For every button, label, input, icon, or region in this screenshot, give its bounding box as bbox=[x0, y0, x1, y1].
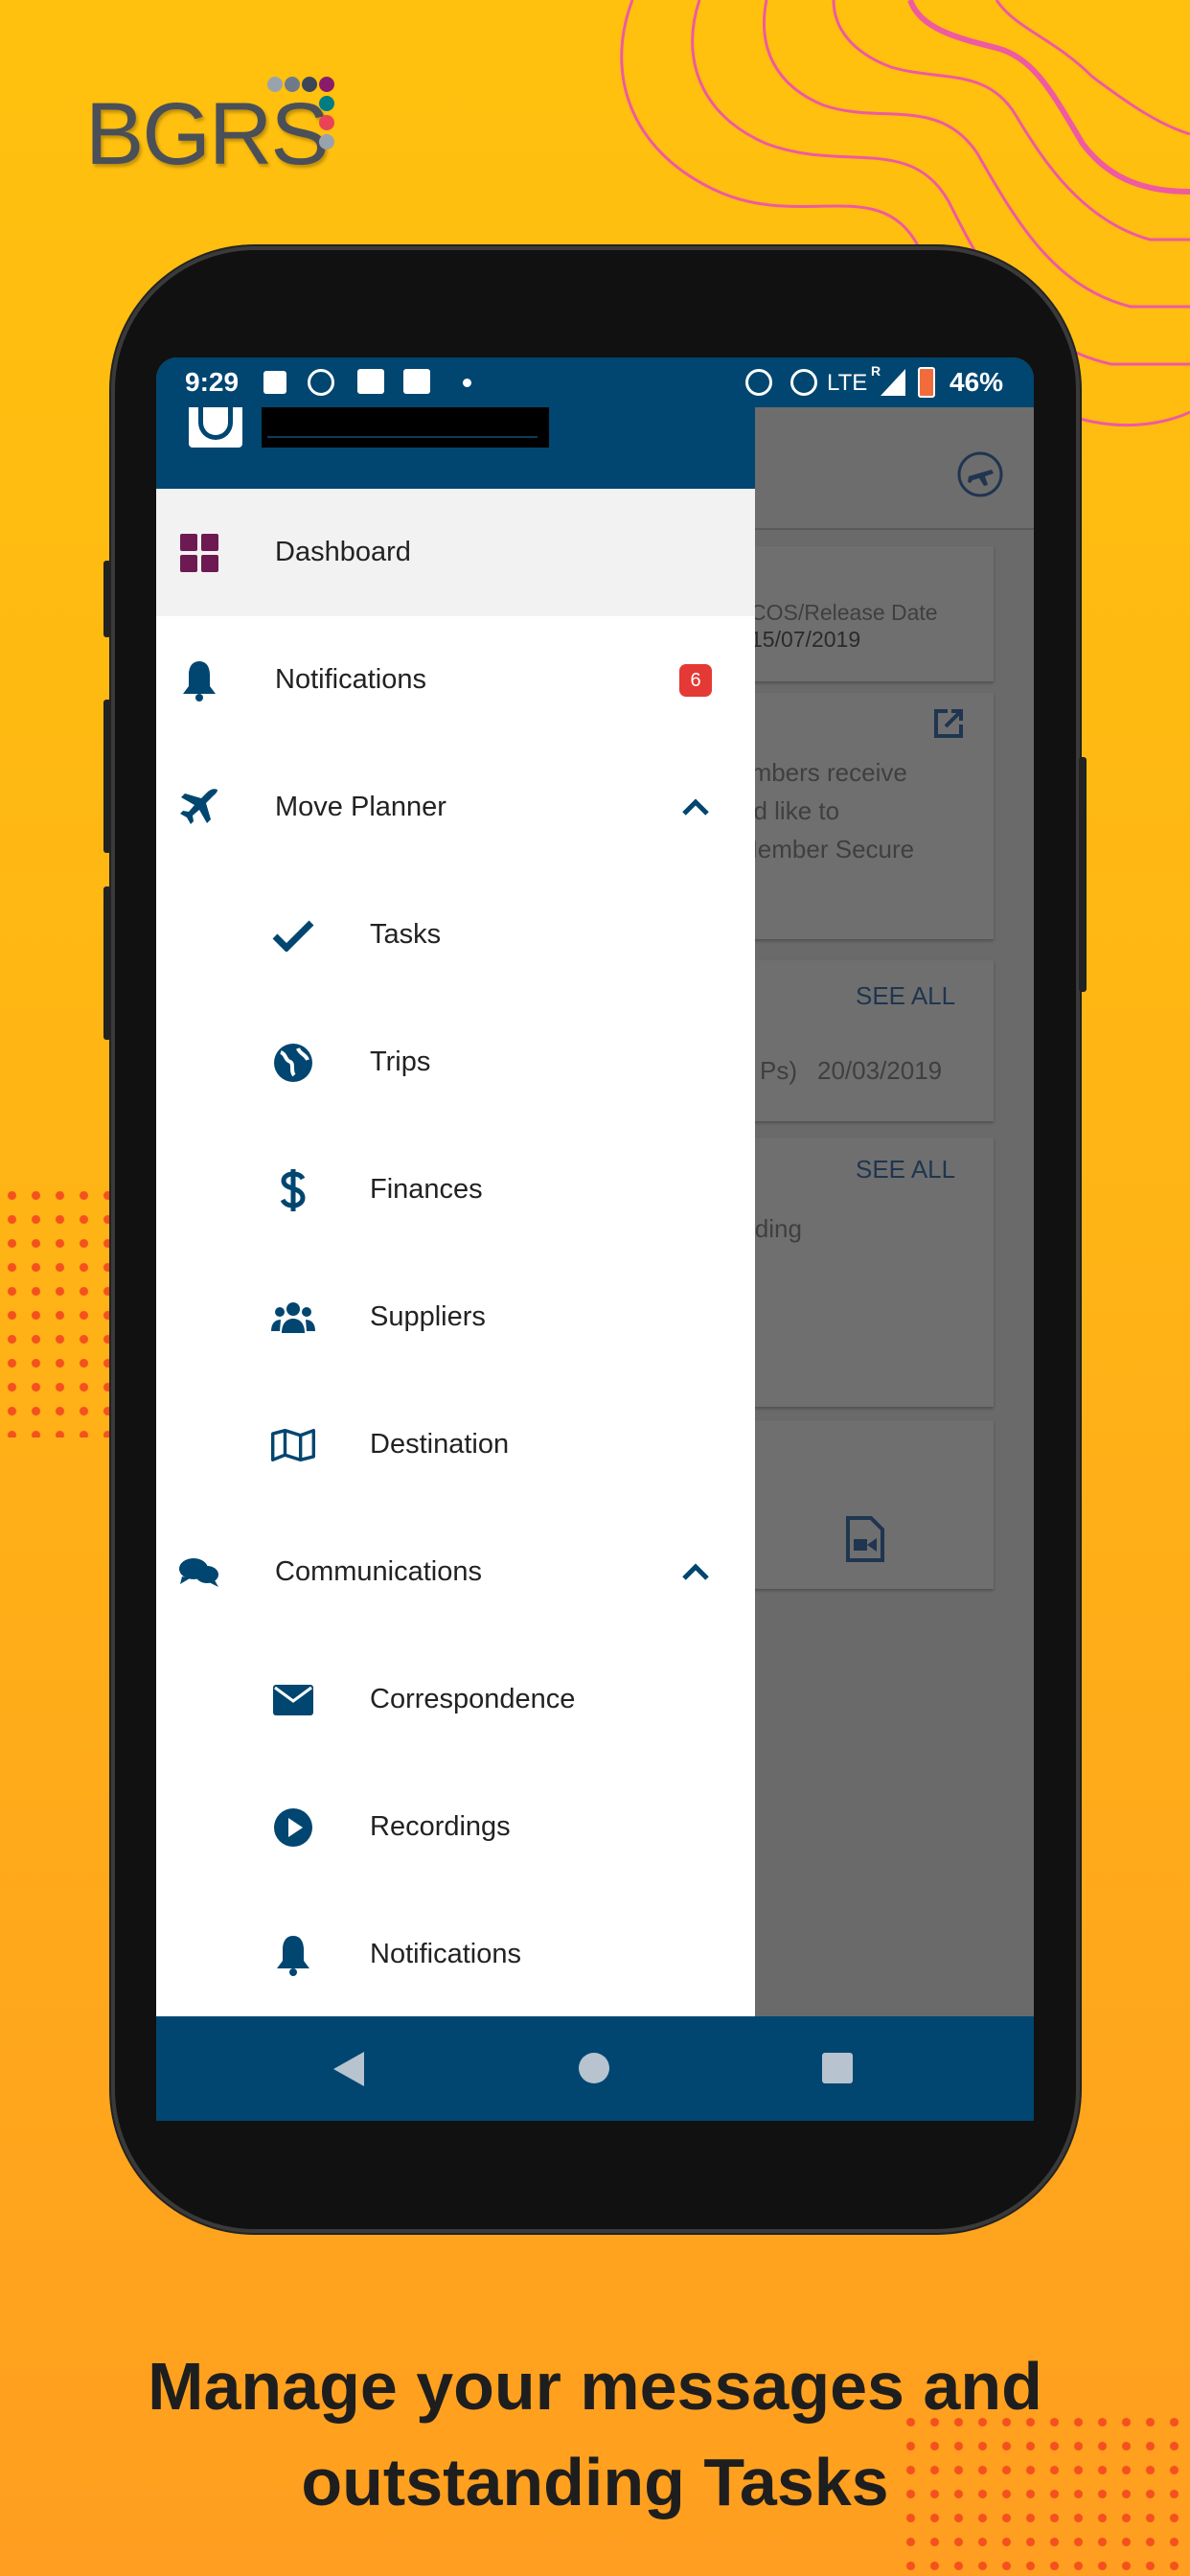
drawer-item-communications[interactable]: Communications bbox=[156, 1508, 755, 1636]
drawer-item-label: Notifications bbox=[370, 1939, 521, 1969]
drawer-item-label: Move Planner bbox=[275, 792, 446, 822]
chevron-up-icon[interactable] bbox=[678, 791, 713, 825]
airplane-icon bbox=[177, 786, 221, 830]
see-all-link[interactable]: SEE ALL bbox=[856, 981, 955, 1011]
avatar[interactable] bbox=[189, 407, 242, 448]
whatsapp-icon bbox=[308, 369, 334, 396]
battery-icon bbox=[918, 367, 935, 398]
image-icon bbox=[263, 371, 286, 394]
signal-icon bbox=[881, 369, 905, 396]
back-icon[interactable] bbox=[333, 2052, 366, 2086]
drawer-item-suppliers[interactable]: Suppliers bbox=[156, 1254, 755, 1381]
chat-icon bbox=[177, 1551, 221, 1595]
drawer-item-label: Recordings bbox=[370, 1811, 511, 1842]
drawer-item-destination[interactable]: Destination bbox=[156, 1381, 755, 1508]
alarm-icon bbox=[745, 369, 772, 396]
drawer-item-label: Notifications bbox=[275, 664, 426, 695]
drawer-item-trips[interactable]: Trips bbox=[156, 999, 755, 1126]
message-icon bbox=[357, 369, 384, 394]
drawer-item-correspondence[interactable]: Correspondence bbox=[156, 1636, 755, 1763]
drawer-item-label: Communications bbox=[275, 1556, 482, 1587]
decorative-dots bbox=[0, 1184, 111, 1438]
users-icon bbox=[271, 1296, 315, 1340]
play-icon bbox=[271, 1806, 315, 1850]
navigation-drawer: Dashboard Notifications 6 Move Planner Tasks… bbox=[156, 407, 755, 2016]
drawer-item-label: Trips bbox=[370, 1046, 431, 1077]
drawer-item-recordings[interactable]: Recordings bbox=[156, 1763, 755, 1891]
dot-icon bbox=[463, 379, 471, 387]
dashboard-icon bbox=[177, 531, 221, 575]
drawer-item-move-planner[interactable]: Move Planner bbox=[156, 744, 755, 871]
status-bar: 9:29 LTE R 46% bbox=[156, 357, 1034, 407]
drawer-item-label: Finances bbox=[370, 1174, 483, 1205]
bell-icon bbox=[271, 1933, 315, 1977]
airplane-circle-icon[interactable] bbox=[956, 450, 1004, 498]
app-bar bbox=[755, 407, 1034, 530]
drawer-item-finances[interactable]: Finances bbox=[156, 1126, 755, 1254]
home-icon[interactable] bbox=[579, 2053, 609, 2083]
android-nav-bar bbox=[156, 2016, 1034, 2121]
notification-count-badge: 6 bbox=[679, 663, 712, 697]
bgrs-logo: BGRS bbox=[85, 67, 334, 183]
drawer-header bbox=[156, 407, 755, 489]
drawer-item-label: Suppliers bbox=[370, 1301, 486, 1332]
drawer-item-label: Destination bbox=[370, 1429, 510, 1460]
drawer-item-label: Tasks bbox=[370, 919, 442, 950]
check-icon bbox=[271, 913, 315, 957]
redacted-user-name bbox=[262, 407, 549, 448]
drawer-item-notifications[interactable]: Notifications 6 bbox=[156, 616, 755, 744]
video-file-icon[interactable] bbox=[846, 1516, 884, 1562]
phone-screen: er COS/Release Date 15/07/2019 t Members… bbox=[156, 357, 1034, 2121]
drawer-item-notifications[interactable]: Notifications bbox=[156, 1891, 755, 2016]
see-all-link[interactable]: SEE ALL bbox=[856, 1155, 955, 1184]
drawer-item-dashboard[interactable]: Dashboard bbox=[156, 489, 755, 616]
external-link-icon[interactable] bbox=[932, 707, 965, 740]
message-icon bbox=[403, 369, 430, 394]
data-saver-icon bbox=[790, 369, 817, 396]
globe-icon bbox=[271, 1041, 315, 1085]
drawer-item-label: Correspondence bbox=[370, 1684, 576, 1714]
bell-icon bbox=[177, 658, 221, 702]
dollar-icon bbox=[271, 1168, 315, 1212]
chevron-up-icon[interactable] bbox=[678, 1555, 713, 1590]
drawer-item-tasks[interactable]: Tasks bbox=[156, 871, 755, 999]
envelope-icon bbox=[271, 1678, 315, 1722]
trip-label-fragment: Ps) bbox=[760, 1056, 797, 1085]
drawer-item-label: Dashboard bbox=[275, 537, 411, 567]
marketing-caption: Manage your messages and outstanding Tas… bbox=[148, 2349, 1042, 2519]
map-icon bbox=[271, 1423, 315, 1467]
recents-icon[interactable] bbox=[822, 2053, 853, 2083]
